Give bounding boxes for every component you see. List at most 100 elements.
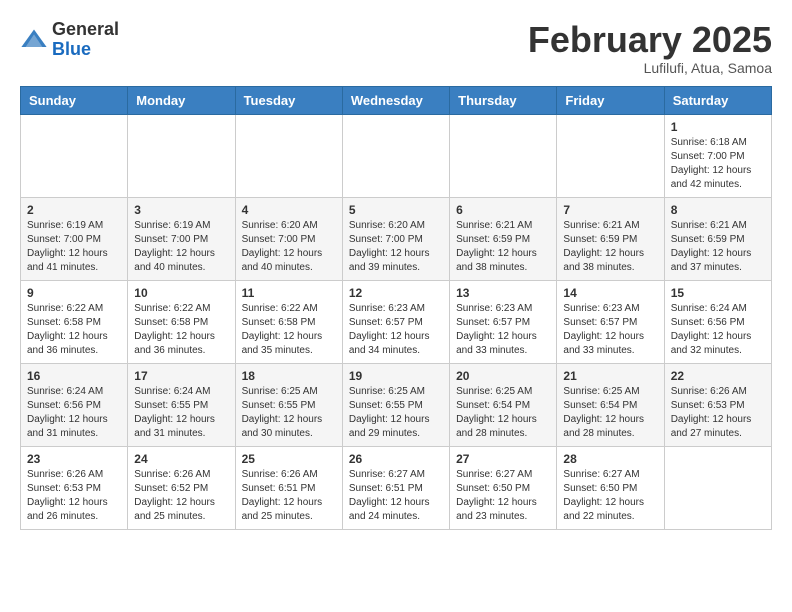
day-number: 9 [27,286,121,300]
calendar-cell: 26Sunrise: 6:27 AM Sunset: 6:51 PM Dayli… [342,446,449,529]
logo-text: General Blue [52,20,119,60]
page-header: General Blue February 2025 Lufilufi, Atu… [20,20,772,76]
calendar-cell: 20 Sunrise: 6:25 AM Sunset: 6:54 PM Dayli… [450,363,557,446]
day-number: 23 [27,452,121,466]
day-info: Sunrise: 6:23 AM Sunset: 6:57 PM Dayligh… [563,302,657,358]
day-info: Sunrise: 6:26 AM Sunset: 6:52 PM Dayligh… [134,468,228,524]
day-number: 3 [134,203,228,217]
day-info: Sunrise: 6:27 AM Sunset: 6:50 PM Dayligh… [563,468,657,524]
calendar-cell: 27Sunrise: 6:27 AM Sunset: 6:50 PM Dayli… [450,446,557,529]
day-info: Sunrise: 6:22 AM Sunset: 6:58 PM Dayligh… [27,302,121,358]
calendar-cell: 22 Sunrise: 6:26 AM Sunset: 6:53 PM Dayli… [664,363,771,446]
calendar-cell [664,446,771,529]
calendar-cell: 19 Sunrise: 6:25 AM Sunset: 6:55 PM Dayli… [342,363,449,446]
calendar-cell: 6Sunrise: 6:21 AM Sunset: 6:59 PM Daylig… [450,197,557,280]
calendar-cell: 8 Sunrise: 6:21 AM Sunset: 6:59 PM Daylig… [664,197,771,280]
day-number: 27 [456,452,550,466]
calendar-week-row: 1 Sunrise: 6:18 AM Sunset: 7:00 PM Daylig… [21,114,772,197]
day-number: 11 [242,286,336,300]
logo-line1: General [52,20,119,40]
day-info: Sunrise: 6:18 AM Sunset: 7:00 PM Dayligh… [671,136,765,192]
calendar-cell [128,114,235,197]
calendar-cell: 25Sunrise: 6:26 AM Sunset: 6:51 PM Dayli… [235,446,342,529]
calendar-week-row: 16 Sunrise: 6:24 AM Sunset: 6:56 PM Dayli… [21,363,772,446]
title-block: February 2025 Lufilufi, Atua, Samoa [528,20,772,76]
weekday-header: Sunday [21,86,128,114]
calendar-cell: 9 Sunrise: 6:22 AM Sunset: 6:58 PM Daylig… [21,280,128,363]
calendar-cell: 24 Sunrise: 6:26 AM Sunset: 6:52 PM Dayli… [128,446,235,529]
calendar-week-row: 23 Sunrise: 6:26 AM Sunset: 6:53 PM Dayli… [21,446,772,529]
calendar-cell: 2 Sunrise: 6:19 AM Sunset: 7:00 PM Daylig… [21,197,128,280]
day-info: Sunrise: 6:25 AM Sunset: 6:55 PM Dayligh… [242,385,336,441]
calendar-cell: 3 Sunrise: 6:19 AM Sunset: 7:00 PM Daylig… [128,197,235,280]
calendar-cell [21,114,128,197]
day-info: Sunrise: 6:19 AM Sunset: 7:00 PM Dayligh… [27,219,121,275]
day-number: 18 [242,369,336,383]
day-number: 12 [349,286,443,300]
day-info: Sunrise: 6:23 AM Sunset: 6:57 PM Dayligh… [349,302,443,358]
day-info: Sunrise: 6:21 AM Sunset: 6:59 PM Dayligh… [671,219,765,275]
day-number: 20 [456,369,550,383]
day-info: Sunrise: 6:24 AM Sunset: 6:55 PM Dayligh… [134,385,228,441]
day-number: 2 [27,203,121,217]
day-number: 4 [242,203,336,217]
day-number: 25 [242,452,336,466]
location: Lufilufi, Atua, Samoa [528,60,772,76]
day-number: 21 [563,369,657,383]
logo: General Blue [20,20,119,60]
day-number: 5 [349,203,443,217]
logo-icon [20,26,48,54]
day-info: Sunrise: 6:25 AM Sunset: 6:55 PM Dayligh… [349,385,443,441]
day-number: 13 [456,286,550,300]
calendar-table: SundayMondayTuesdayWednesdayThursdayFrid… [20,86,772,530]
calendar-cell: 14Sunrise: 6:23 AM Sunset: 6:57 PM Dayli… [557,280,664,363]
weekday-header: Tuesday [235,86,342,114]
day-number: 8 [671,203,765,217]
day-number: 1 [671,120,765,134]
calendar-week-row: 2 Sunrise: 6:19 AM Sunset: 7:00 PM Daylig… [21,197,772,280]
day-number: 17 [134,369,228,383]
day-info: Sunrise: 6:19 AM Sunset: 7:00 PM Dayligh… [134,219,228,275]
calendar-cell: 1 Sunrise: 6:18 AM Sunset: 7:00 PM Daylig… [664,114,771,197]
weekday-header: Wednesday [342,86,449,114]
day-number: 24 [134,452,228,466]
day-number: 10 [134,286,228,300]
calendar-cell: 13 Sunrise: 6:23 AM Sunset: 6:57 PM Dayli… [450,280,557,363]
calendar-cell [450,114,557,197]
calendar-cell: 15Sunrise: 6:24 AM Sunset: 6:56 PM Dayli… [664,280,771,363]
calendar-cell: 18 Sunrise: 6:25 AM Sunset: 6:55 PM Dayli… [235,363,342,446]
calendar-cell: 16 Sunrise: 6:24 AM Sunset: 6:56 PM Dayli… [21,363,128,446]
calendar-cell: 5 Sunrise: 6:20 AM Sunset: 7:00 PM Daylig… [342,197,449,280]
month-title: February 2025 [528,20,772,60]
day-number: 6 [456,203,550,217]
day-info: Sunrise: 6:25 AM Sunset: 6:54 PM Dayligh… [563,385,657,441]
weekday-header: Thursday [450,86,557,114]
day-number: 15 [671,286,765,300]
day-number: 22 [671,369,765,383]
weekday-header: Friday [557,86,664,114]
day-info: Sunrise: 6:20 AM Sunset: 7:00 PM Dayligh… [242,219,336,275]
day-info: Sunrise: 6:26 AM Sunset: 6:53 PM Dayligh… [671,385,765,441]
calendar-cell: 28 Sunrise: 6:27 AM Sunset: 6:50 PM Dayli… [557,446,664,529]
calendar-cell: 21 Sunrise: 6:25 AM Sunset: 6:54 PM Dayli… [557,363,664,446]
day-number: 26 [349,452,443,466]
day-info: Sunrise: 6:22 AM Sunset: 6:58 PM Dayligh… [242,302,336,358]
day-info: Sunrise: 6:24 AM Sunset: 6:56 PM Dayligh… [27,385,121,441]
day-info: Sunrise: 6:22 AM Sunset: 6:58 PM Dayligh… [134,302,228,358]
weekday-header: Saturday [664,86,771,114]
day-number: 28 [563,452,657,466]
calendar-cell: 11 Sunrise: 6:22 AM Sunset: 6:58 PM Dayli… [235,280,342,363]
calendar-week-row: 9 Sunrise: 6:22 AM Sunset: 6:58 PM Daylig… [21,280,772,363]
logo-line2: Blue [52,40,119,60]
day-info: Sunrise: 6:26 AM Sunset: 6:53 PM Dayligh… [27,468,121,524]
calendar-cell [235,114,342,197]
day-info: Sunrise: 6:20 AM Sunset: 7:00 PM Dayligh… [349,219,443,275]
day-number: 7 [563,203,657,217]
day-number: 16 [27,369,121,383]
weekday-header: Monday [128,86,235,114]
day-info: Sunrise: 6:25 AM Sunset: 6:54 PM Dayligh… [456,385,550,441]
calendar-cell: 7Sunrise: 6:21 AM Sunset: 6:59 PM Daylig… [557,197,664,280]
day-info: Sunrise: 6:23 AM Sunset: 6:57 PM Dayligh… [456,302,550,358]
day-number: 19 [349,369,443,383]
calendar-cell: 12 Sunrise: 6:23 AM Sunset: 6:57 PM Dayli… [342,280,449,363]
